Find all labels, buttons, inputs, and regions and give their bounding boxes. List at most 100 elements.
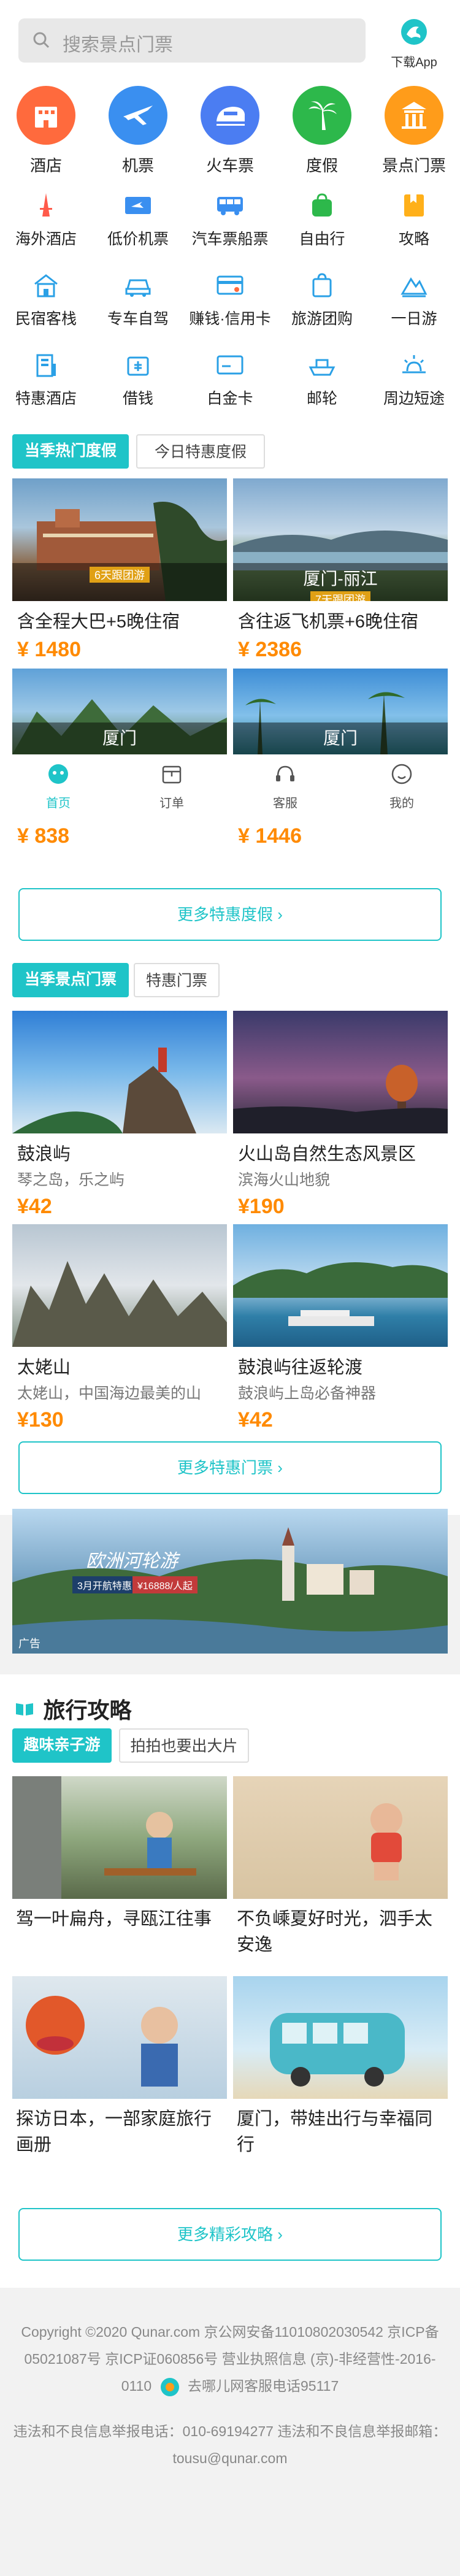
vacation-title: 含全程大巴+5晚住宿 xyxy=(17,612,180,632)
ticket-image xyxy=(12,1011,227,1133)
guide-card-title: 探访日本，一部家庭旅行画册 xyxy=(16,2109,212,2155)
guide-card-title: 厦门，带娃出行与幸福同行 xyxy=(237,2109,433,2155)
category-cruise[interactable]: 邮轮 xyxy=(276,350,368,408)
guide-card[interactable]: 驾一叶扁舟，寻瓯江往事 xyxy=(12,1776,227,1932)
more-guide-button[interactable]: 更多精彩攻略 › xyxy=(18,2208,442,2261)
category-group-buy[interactable]: 旅游团购 xyxy=(276,270,368,329)
tab-photo-trip[interactable]: 拍拍也要出大片 xyxy=(119,1728,249,1763)
order-icon xyxy=(162,765,182,784)
tabbar-mine[interactable]: 我的 xyxy=(365,762,439,811)
tab-hot-tickets[interactable]: 当季景点门票 xyxy=(12,963,129,997)
ticket-title: 鼓浪屿 xyxy=(17,1144,71,1164)
mountain-icon xyxy=(399,270,429,301)
category-platinum-card[interactable]: 白金卡 xyxy=(184,350,276,408)
ticket-image xyxy=(233,1224,448,1347)
train-icon xyxy=(201,86,259,145)
vacation-tabs: 当季热门度假 今日特惠度假 xyxy=(0,429,460,476)
plane-icon xyxy=(109,86,167,145)
ad-title: 欧洲河轮游 xyxy=(86,1551,178,1572)
house-icon xyxy=(31,270,61,301)
tabbar-home[interactable]: 首页 xyxy=(21,762,95,811)
platinum-card-icon xyxy=(215,350,245,380)
vacation-card[interactable]: 6天跟团游 含全程大巴+5晚住宿 ¥ 1480 xyxy=(12,478,227,662)
ticket-icon xyxy=(123,190,153,221)
footer-report: 违法和不良信息举报电话：010-69194277 违法和不良信息举报邮箱：tou… xyxy=(13,2423,447,2466)
category-hotel[interactable]: 酒店 xyxy=(0,86,92,176)
more-vacation-button[interactable]: 更多特惠度假 › xyxy=(18,888,442,941)
building-icon xyxy=(31,350,61,380)
category-bus-ship[interactable]: 汽车票船票 xyxy=(184,190,276,249)
category-homestay[interactable]: 民宿客栈 xyxy=(0,270,92,329)
ticket-subtitle: 太姥山，中国海边最美的山 xyxy=(17,1385,202,1402)
guide-card[interactable]: 探访日本，一部家庭旅行画册 xyxy=(12,1976,227,2158)
category-tickets[interactable]: 景点门票 xyxy=(368,86,460,176)
tabbar-order[interactable]: 订单 xyxy=(135,762,209,811)
vacation-price: ¥ 838 xyxy=(17,824,70,848)
vacation-card[interactable]: 厦门-丽江 7天跟团游 含往返飞机票+6晚住宿 ¥ 2386 xyxy=(233,478,448,662)
headset-icon xyxy=(276,765,294,781)
footer: Copyright ©2020 Qunar.com 京公网安备110108020… xyxy=(0,2318,460,2472)
vacation-label: 厦门-丽江 7天跟团游 xyxy=(233,563,448,601)
category-flight[interactable]: 机票 xyxy=(92,86,184,176)
ticket-price: ¥190 xyxy=(238,1195,285,1218)
guide-card[interactable]: 不负嵊夏好时光，泗手太安逸 xyxy=(233,1776,448,1958)
category-credit-card[interactable]: 赚钱·信用卡 xyxy=(184,270,276,329)
guide-card[interactable]: 厦门，带娃出行与幸福同行 xyxy=(233,1976,448,2158)
more-tickets-button[interactable]: 更多特惠门票 › xyxy=(18,1441,442,1494)
tabbar-service[interactable]: 客服 xyxy=(248,762,322,811)
guide-image xyxy=(233,1976,448,2099)
palm-tree-icon xyxy=(293,86,351,145)
category-overseas-hotel[interactable]: 海外酒店 xyxy=(0,190,92,249)
ad-date: 3月开航特惠 xyxy=(72,1576,137,1593)
category-free-travel[interactable]: 自由行 xyxy=(276,190,368,249)
ad-tag: 广告 xyxy=(18,1638,40,1650)
category-grid: 酒店 机票 火车票 度假 景点门票 海外酒店 低价机票 汽车票船票 自由行 攻略… xyxy=(0,74,460,429)
shopping-bag-icon xyxy=(307,270,337,301)
vacation-image: 厦门-丽江 7天跟团游 xyxy=(233,478,448,601)
ticket-price: ¥42 xyxy=(238,1408,273,1432)
ship-icon xyxy=(307,350,337,380)
tab-hot-vacation[interactable]: 当季热门度假 xyxy=(12,434,129,469)
ticket-card[interactable]: 太姥山 太姥山，中国海边最美的山 ¥130 xyxy=(12,1224,227,1432)
guide-header: 旅行攻略 xyxy=(15,1693,131,1725)
ticket-title: 火山岛自然生态风景区 xyxy=(238,1144,416,1164)
bus-icon xyxy=(215,190,245,221)
search-placeholder: 搜索景点门票 xyxy=(63,35,173,55)
category-loan[interactable]: 借钱 xyxy=(92,350,184,408)
ticket-card[interactable]: 鼓浪屿往返轮渡 鼓浪屿上岛必备神器 ¥42 xyxy=(233,1224,448,1432)
user-icon xyxy=(391,764,412,784)
vacation-label: 厦门 xyxy=(12,723,227,754)
category-train[interactable]: 火车票 xyxy=(184,86,276,176)
ad-banner[interactable]: 欧洲河轮游 3月开航特惠 ¥16888/人起 广告 xyxy=(12,1509,448,1654)
wallet-icon xyxy=(123,350,153,380)
category-day-trip[interactable]: 一日游 xyxy=(368,270,460,329)
category-vacation[interactable]: 度假 xyxy=(276,86,368,176)
guide-image xyxy=(12,1976,227,2099)
guide-tabs: 趣味亲子游 拍拍也要出大片 xyxy=(0,1723,460,1770)
bottom-tabbar: 首页 订单 客服 我的 xyxy=(0,754,460,822)
category-nearby[interactable]: 周边短途 xyxy=(368,350,460,408)
card-icon xyxy=(215,270,245,301)
guide-image xyxy=(233,1776,448,1899)
search-input[interactable]: 搜索景点门票 xyxy=(18,18,366,63)
tab-today-vacation[interactable]: 今日特惠度假 xyxy=(136,434,265,469)
ticket-card[interactable]: 火山岛自然生态风景区 滨海火山地貌 ¥190 xyxy=(233,1011,448,1219)
vacation-image: 6天跟团游 xyxy=(12,478,227,601)
sun-icon xyxy=(399,350,429,380)
tab-family-trip[interactable]: 趣味亲子游 xyxy=(12,1728,112,1763)
category-cheap-flights[interactable]: 低价机票 xyxy=(92,190,184,249)
category-guide[interactable]: 攻略 xyxy=(368,190,460,249)
vacation-image: 厦门 xyxy=(233,669,448,754)
ticket-title: 太姥山 xyxy=(17,1358,71,1378)
vacation-price: ¥ 1480 xyxy=(17,638,81,661)
category-special-hotel[interactable]: 特惠酒店 xyxy=(0,350,92,408)
car-icon xyxy=(123,270,153,301)
ticket-card[interactable]: 鼓浪屿 琴之岛，乐之屿 ¥42 xyxy=(12,1011,227,1219)
tab-special-tickets[interactable]: 特惠门票 xyxy=(134,963,220,997)
hotel-icon xyxy=(17,86,75,145)
category-car[interactable]: 专车自驾 xyxy=(92,270,184,329)
ticket-subtitle: 滨海火山地貌 xyxy=(238,1171,331,1189)
download-app-button[interactable]: 下载App xyxy=(380,18,448,70)
download-app-label: 下载App xyxy=(391,56,437,69)
footer-copyright: Copyright ©2020 Qunar.com 京公网安备110108020… xyxy=(0,2318,460,2399)
